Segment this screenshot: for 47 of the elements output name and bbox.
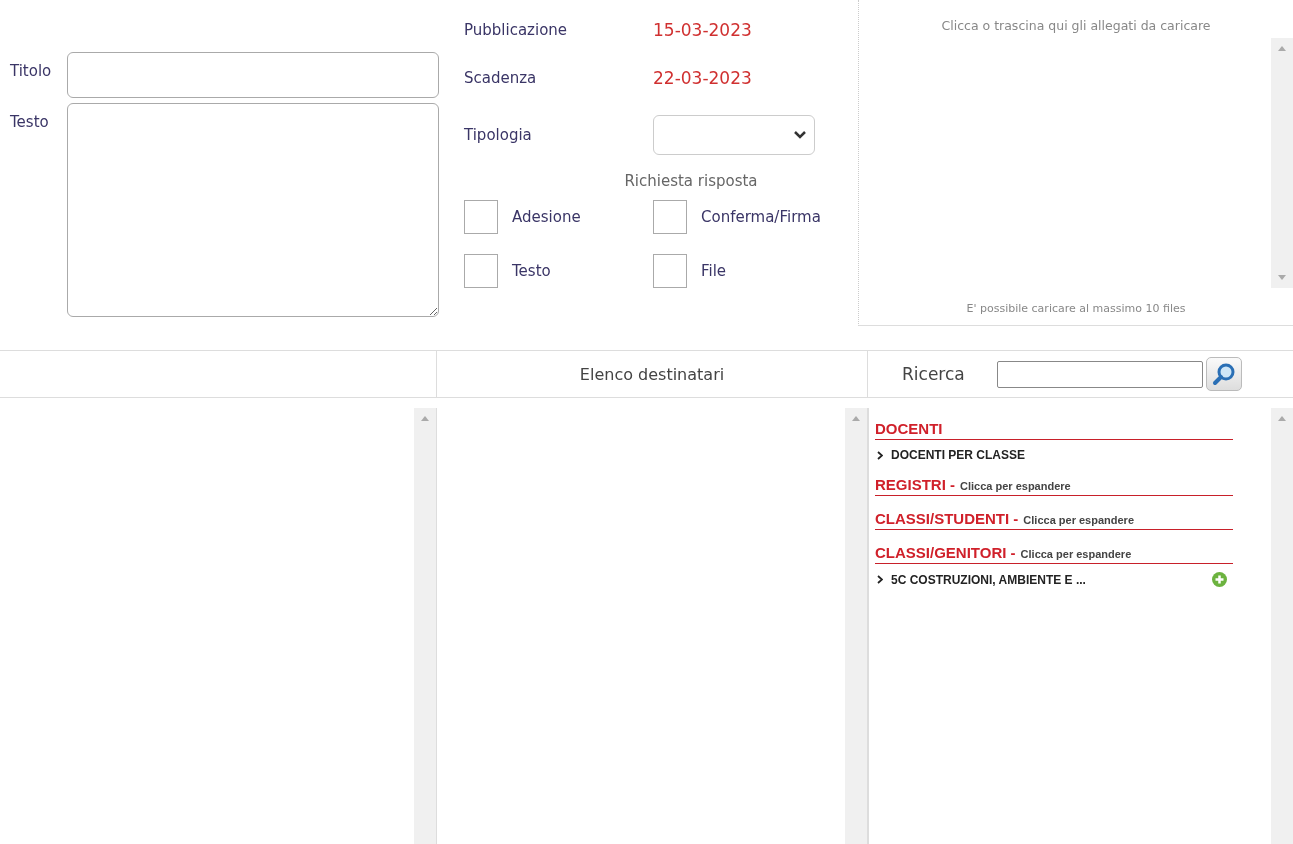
checkbox[interactable] <box>464 200 498 234</box>
field-label: Scadenza <box>464 69 538 87</box>
field-label: Tipologia <box>464 126 533 144</box>
checkbox-label: File <box>701 262 727 280</box>
upload-prompt: Clicca o trascina qui gli allegati da caricare <box>941 18 1211 33</box>
type-select[interactable] <box>653 115 815 155</box>
upload-dropzone[interactable]: Clicca o trascina qui gli allegati da caricare E' possibile caricare al massimo 10 files <box>858 0 1293 326</box>
search-label: Ricerca <box>902 364 965 384</box>
scroll-down-icon[interactable] <box>1278 275 1286 280</box>
checkbox[interactable] <box>464 254 498 288</box>
add-icon[interactable] <box>1212 572 1227 587</box>
group-title[interactable]: CLASSI/GENITORI - <box>875 544 1016 561</box>
scroll-up-icon[interactable] <box>1278 416 1286 421</box>
date-value: 22-03-2023 <box>653 68 753 88</box>
expand-hint[interactable]: Clicca per espandere <box>960 480 1071 492</box>
chevron-down-icon <box>794 131 806 139</box>
checkbox-label: Conferma/Firma <box>701 208 821 226</box>
scroll-up-icon[interactable] <box>421 416 429 421</box>
group-title[interactable]: REGISTRI - <box>875 476 955 493</box>
upload-note: E' possibile caricare al massimo 10 files <box>966 302 1186 315</box>
checkbox[interactable] <box>653 200 687 234</box>
section-title: Richiesta risposta <box>623 172 758 190</box>
scrollbar[interactable] <box>1271 38 1293 288</box>
checkbox[interactable] <box>653 254 687 288</box>
field-label: Pubblicazione <box>464 21 569 39</box>
checkbox-label: Adesione <box>512 208 581 226</box>
group-title[interactable]: CLASSI/STUDENTI - <box>875 510 1019 527</box>
date-value: 15-03-2023 <box>653 20 753 40</box>
chevron-right-icon <box>877 450 883 460</box>
checkbox-label: Testo <box>512 262 551 280</box>
title-input[interactable] <box>67 52 439 98</box>
field-label: Testo <box>9 112 50 133</box>
expand-hint[interactable]: Clicca per espandere <box>1020 548 1132 560</box>
scrollbar[interactable] <box>1271 408 1293 844</box>
scroll-up-icon[interactable] <box>1278 46 1286 51</box>
column-header: Elenco destinatari <box>579 364 725 384</box>
search-field[interactable] <box>996 360 1203 388</box>
tree-item[interactable]: 5C COSTRUZIONI, AMBIENTE E ... <box>891 572 1212 587</box>
field-label: Titolo <box>9 61 53 82</box>
group-title[interactable]: DOCENTI <box>875 420 943 437</box>
tree-item[interactable]: DOCENTI PER CLASSE <box>891 448 1227 462</box>
expand-hint[interactable]: Clicca per espandere <box>1023 514 1134 526</box>
scrollbar[interactable] <box>414 408 436 844</box>
scroll-up-icon[interactable] <box>852 416 860 421</box>
scrollbar[interactable] <box>845 408 867 844</box>
chevron-right-icon <box>877 575 883 584</box>
search-button[interactable] <box>1205 357 1242 391</box>
